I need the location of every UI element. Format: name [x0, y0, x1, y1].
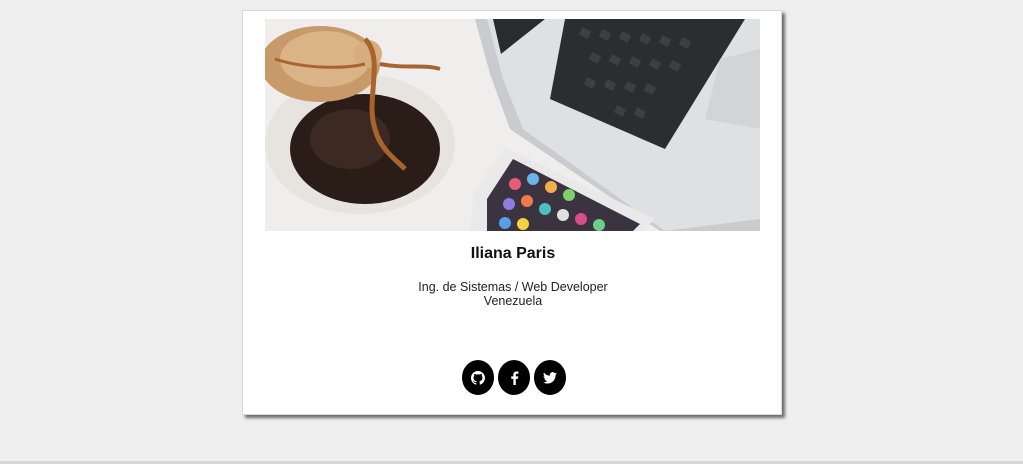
facebook-icon	[510, 370, 519, 385]
twitter-icon	[543, 371, 557, 384]
github-icon	[471, 370, 485, 385]
cover-photo	[265, 19, 760, 231]
twitter-button[interactable]	[534, 360, 566, 395]
profile-location: Venezuela	[483, 294, 543, 308]
profile-subtitle: Ing. de Sistemas / Web Developer Venezue…	[243, 280, 783, 308]
github-button[interactable]	[462, 360, 494, 395]
page: Iliana Paris Ing. de Sistemas / Web Deve…	[0, 0, 1023, 464]
social-links	[462, 360, 566, 396]
profile-name: Iliana Paris	[470, 245, 556, 262]
facebook-button[interactable]	[498, 360, 530, 395]
profile-card: Iliana Paris Ing. de Sistemas / Web Deve…	[242, 10, 782, 415]
profile-title: Ing. de Sistemas / Web Developer	[418, 280, 608, 294]
